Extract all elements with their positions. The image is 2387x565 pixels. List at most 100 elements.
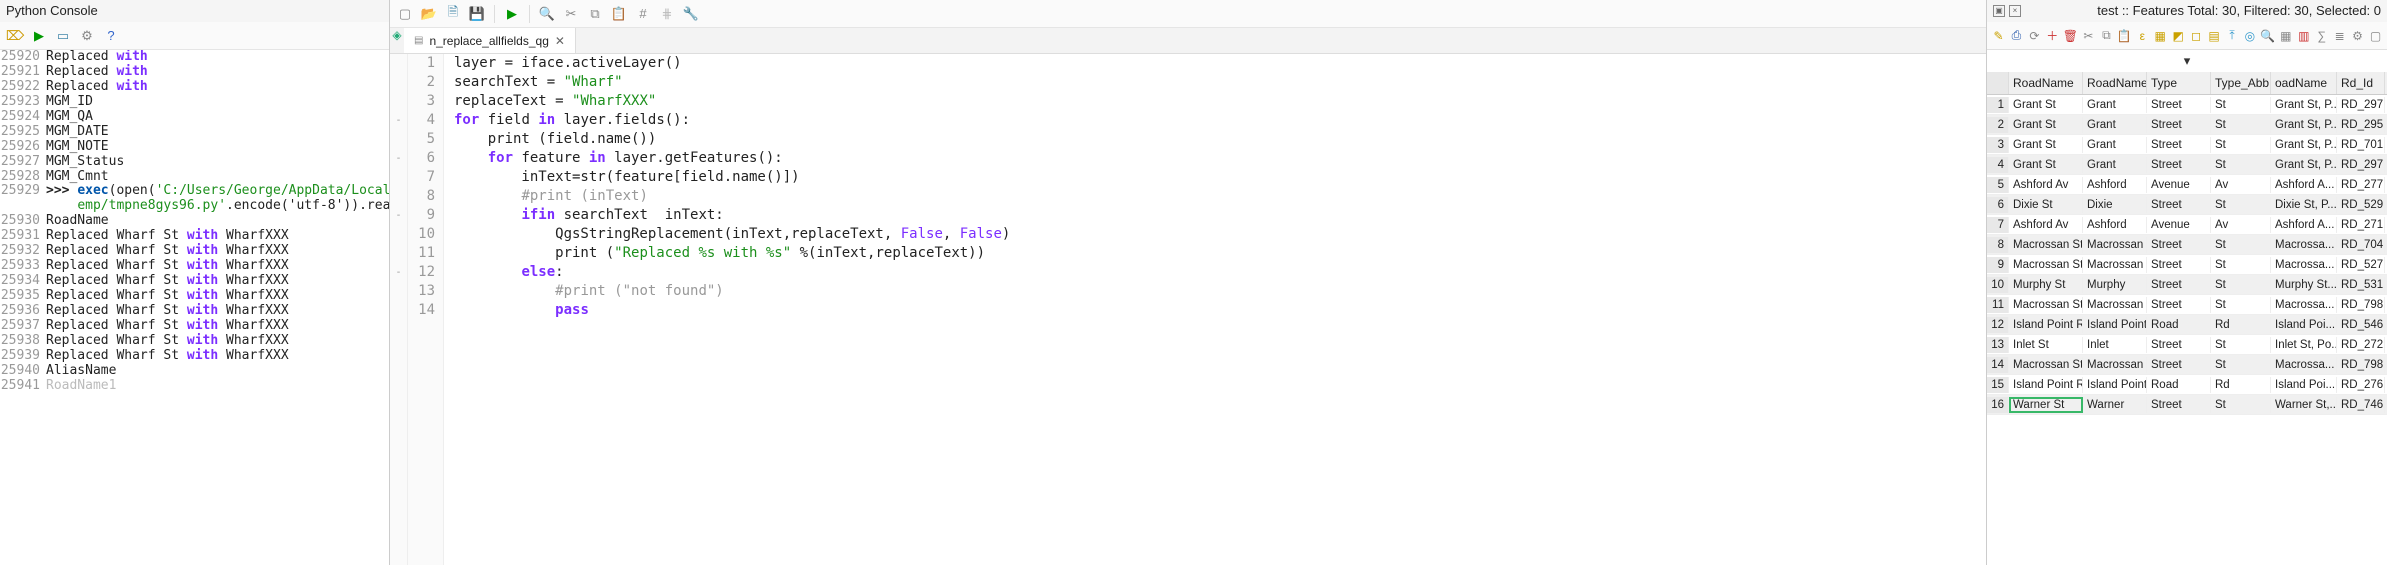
reload-icon[interactable]: ⟳ [2027,27,2042,45]
editor-tabs: ◈ ▤ n_replace_allfields_qg ✕ [390,28,1986,54]
bookmark-icon[interactable]: ◈ [390,28,404,53]
table-row[interactable]: 3Grant StGrantStreetStGrant St, P...RD_7… [1987,135,2387,155]
console-line: 25941RoadName1 [0,379,389,394]
object-inspector-icon[interactable]: 🔧 [682,5,700,23]
table-row[interactable]: 14Macrossan StMacrossanStreetStMacrossa.… [1987,355,2387,375]
open-file-icon[interactable]: 📂 [420,5,438,23]
console-line: 25934Replaced Wharf St with WharfXXX [0,274,389,289]
table-row[interactable]: 6Dixie StDixieStreetStDixie St, P...RD_5… [1987,195,2387,215]
console-line: 25935Replaced Wharf St with WharfXXX [0,289,389,304]
filter-selection-icon[interactable]: ▤ [2207,27,2222,45]
table-row[interactable]: 11Macrossan StMacrossanStreetStMacrossa.… [1987,295,2387,315]
table-row[interactable]: 4Grant StGrantStreetStGrant St, P...RD_2… [1987,155,2387,175]
zoom-to-selection-icon[interactable]: 🔍 [2260,27,2275,45]
help-icon[interactable]: ? [102,27,120,45]
table-row[interactable]: 2Grant StGrantStreetStGrant St, P...RD_2… [1987,115,2387,135]
new-field-icon[interactable]: ▦ [2278,27,2293,45]
console-line: 25926MGM_NOTE [0,140,389,155]
invert-selection-icon[interactable]: ◩ [2171,27,2186,45]
uncomment-icon[interactable]: ⋕ [658,5,676,23]
edit-toggle-icon[interactable]: ✎ [1991,27,2006,45]
console-line: 25929>>> exec(open('C:/Users/George/AppD… [0,184,389,199]
field-calculator-icon[interactable]: ∑ [2314,27,2329,45]
conditional-format-icon[interactable]: ≣ [2332,27,2347,45]
save-as-icon[interactable]: 🗎 [444,5,462,23]
tab-script[interactable]: ▤ n_replace_allfields_qg ✕ [404,28,576,53]
table-row[interactable]: 8Macrossan StMacrossanStreetStMacrossa..… [1987,235,2387,255]
save-edits-icon[interactable]: ⎙ [2009,27,2024,45]
move-selection-top-icon[interactable]: ⤒ [2225,27,2240,45]
console-line: 25933Replaced Wharf St with WharfXXX [0,259,389,274]
editor-toolbar: ▢ 📂 🗎 💾 ▶ 🔍 ✂ ⧉ 📋 # ⋕ 🔧 [390,0,1986,28]
table-row[interactable]: 12Island Point RdIsland PointRoadRdIslan… [1987,315,2387,335]
run-icon[interactable]: ▶ [30,27,48,45]
dock-icon[interactable]: ▢ [2368,27,2383,45]
new-file-icon[interactable]: ▢ [396,5,414,23]
column-roadname1[interactable]: RoadName1 [2083,72,2147,94]
filter-dropdown-icon[interactable]: ▾ [1987,50,2387,72]
actions-icon[interactable]: ⚙ [2350,27,2365,45]
column-index[interactable] [1987,72,2009,94]
console-line: 25936Replaced Wharf St with WharfXXX [0,304,389,319]
console-line: 25922Replaced with [0,80,389,95]
save-icon[interactable]: 💾 [468,5,486,23]
copy-icon[interactable]: ⧉ [586,5,604,23]
console-line: 25939Replaced Wharf St with WharfXXX [0,349,389,364]
console-line: 25920Replaced with [0,50,389,65]
console-line: 25928MGM_Cmnt [0,170,389,185]
python-console-panel: Python Console ⌦ ▶ ▭ ⚙ ? 25920Replaced w… [0,0,390,565]
attribute-header: RoadName RoadName1 Type Type_Abb oadName… [1987,72,2387,95]
clear-icon[interactable]: ⌦ [6,27,24,45]
code-editor[interactable]: ---- 1234567891011121314 layer = iface.a… [390,54,1986,565]
table-row[interactable]: 5Ashford AvAshfordAvenueAvAshford A...RD… [1987,175,2387,195]
console-title-bar: Python Console [0,0,389,22]
table-row[interactable]: 16Warner StWarnerStreetStWarner St,...RD… [1987,395,2387,415]
comment-icon[interactable]: # [634,5,652,23]
add-feature-icon[interactable]: ＋ [2045,27,2060,45]
column-roadname2[interactable]: oadName [2271,72,2337,94]
close-panel-icon[interactable]: × [2009,5,2021,17]
table-row[interactable]: 15Island Point RdIsland PointRoadRdIslan… [1987,375,2387,395]
delete-feature-icon[interactable]: 🗑 [2063,27,2078,45]
table-row[interactable]: 7Ashford AvAshfordAvenueAvAshford A...RD… [1987,215,2387,235]
select-by-expression-icon[interactable]: ε [2135,27,2150,45]
tab-label: n_replace_allfields_qg [429,34,548,48]
script-editor-panel: ▢ 📂 🗎 💾 ▶ 🔍 ✂ ⧉ 📋 # ⋕ 🔧 ◈ ▤ n_replace_al… [390,0,1987,565]
column-type-abb[interactable]: Type_Abb [2211,72,2271,94]
console-line: 25930RoadName [0,214,389,229]
column-rd-id[interactable]: Rd_Id [2337,72,2385,94]
cut-icon[interactable]: ✂ [562,5,580,23]
column-type[interactable]: Type [2147,72,2211,94]
console-line: 25931Replaced Wharf St with WharfXXX [0,229,389,244]
console-line: 25927MGM_Status [0,155,389,170]
paste-features-icon[interactable]: 📋 [2117,27,2132,45]
console-line: 25921Replaced with [0,65,389,80]
attribute-toolbar: ✎ ⎙ ⟳ ＋ 🗑 ✂ ⧉ 📋 ε ▦ ◩ ◻ ▤ ⤒ ◎ 🔍 ▦ ▥ ∑ ≣ … [1987,22,2387,50]
paste-icon[interactable]: 📋 [610,5,628,23]
undock-icon[interactable]: ▣ [1993,5,2005,17]
console-line: 25923MGM_ID [0,95,389,110]
console-line: 25938Replaced Wharf St with WharfXXX [0,334,389,349]
pan-to-selection-icon[interactable]: ◎ [2242,27,2257,45]
cut-features-icon[interactable]: ✂ [2081,27,2096,45]
console-output[interactable]: 25920Replaced with25921Replaced with2592… [0,50,389,565]
console-line: 25932Replaced Wharf St with WharfXXX [0,244,389,259]
find-icon[interactable]: 🔍 [538,5,556,23]
attribute-table-panel: ▣ × test :: Features Total: 30, Filtered… [1987,0,2387,565]
column-roadname[interactable]: RoadName [2009,72,2083,94]
copy-features-icon[interactable]: ⧉ [2099,27,2114,45]
table-row[interactable]: 13Inlet StInletStreetStInlet St, Po...RD… [1987,335,2387,355]
close-icon[interactable]: ✕ [555,34,565,48]
attribute-title: test :: Features Total: 30, Filtered: 30… [2097,0,2381,22]
table-row[interactable]: 9Macrossan StMacrossanStreetStMacrossa..… [1987,255,2387,275]
show-editor-icon[interactable]: ▭ [54,27,72,45]
delete-field-icon[interactable]: ▥ [2296,27,2311,45]
table-row[interactable]: 1Grant StGrantStreetStGrant St, P...RD_2… [1987,95,2387,115]
options-icon[interactable]: ⚙ [78,27,96,45]
console-line: 25925MGM_DATE [0,125,389,140]
deselect-icon[interactable]: ◻ [2189,27,2204,45]
table-row[interactable]: 10Murphy StMurphyStreetStMurphy St...RD_… [1987,275,2387,295]
run-script-icon[interactable]: ▶ [503,5,521,23]
attribute-rows[interactable]: 1Grant StGrantStreetStGrant St, P...RD_2… [1987,95,2387,565]
select-all-icon[interactable]: ▦ [2153,27,2168,45]
